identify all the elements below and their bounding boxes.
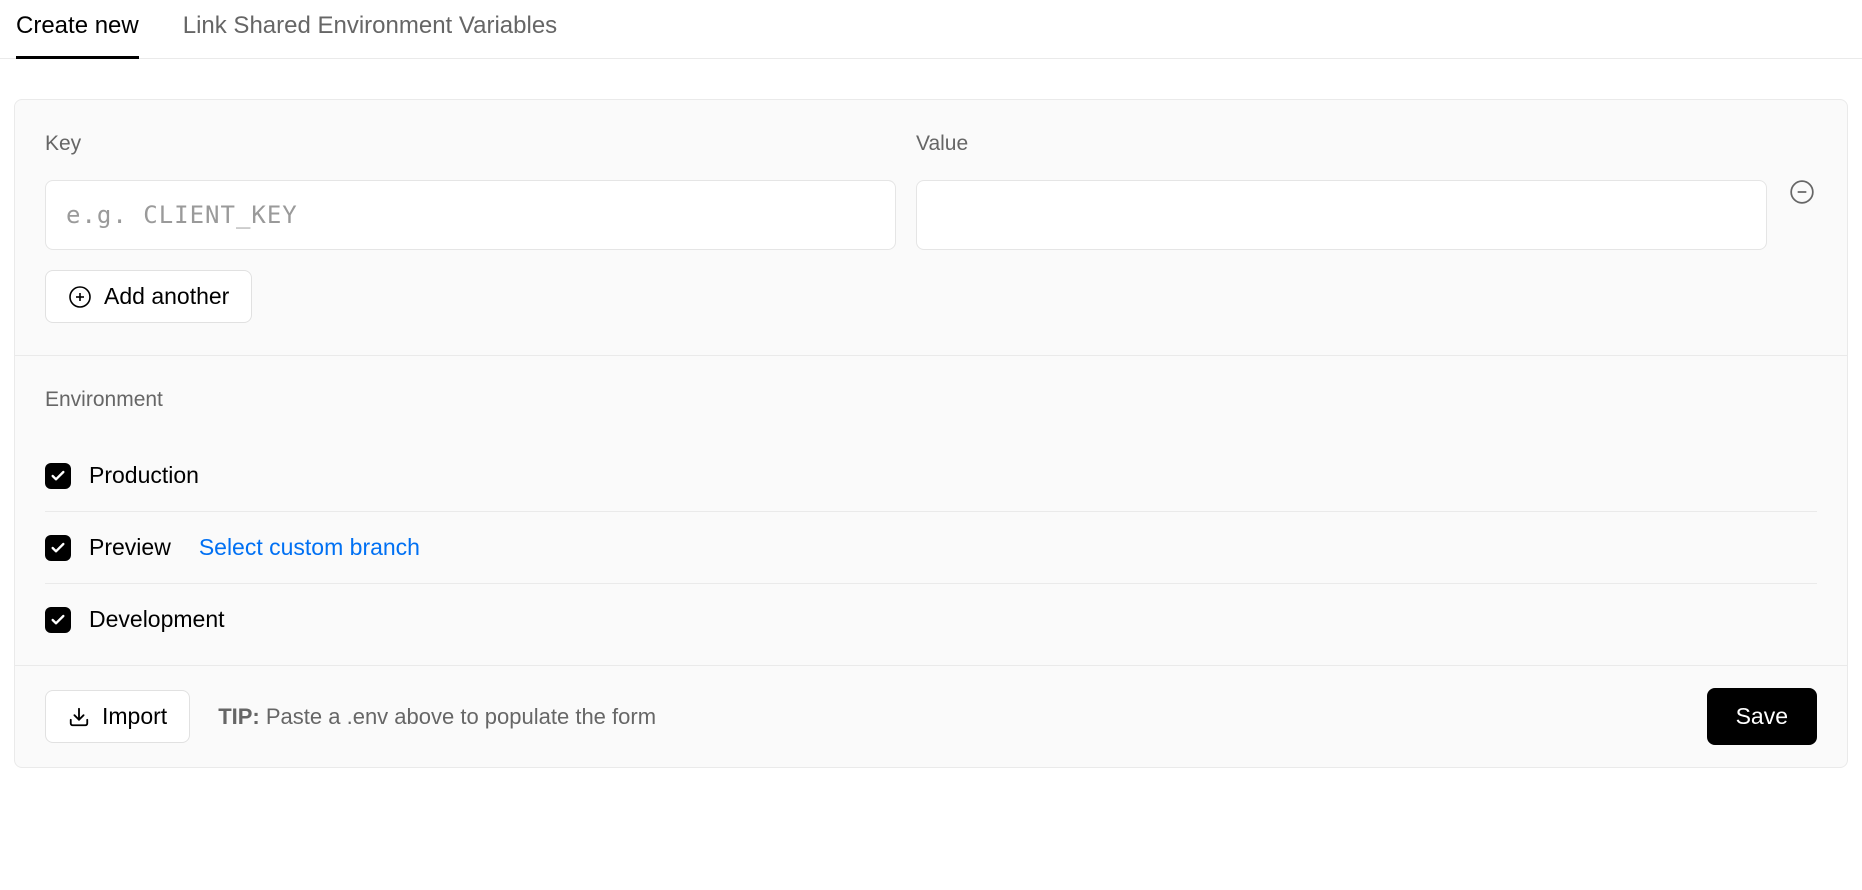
- env-var-card: Key Value: [14, 99, 1848, 768]
- check-icon: [50, 612, 66, 628]
- tabs: Create new Link Shared Environment Varia…: [0, 0, 1862, 59]
- checkbox-preview[interactable]: [45, 535, 71, 561]
- tab-link-shared[interactable]: Link Shared Environment Variables: [183, 0, 557, 59]
- checkbox-production[interactable]: [45, 463, 71, 489]
- tip-body: Paste a .env above to populate the form: [266, 704, 656, 729]
- tab-create-new[interactable]: Create new: [16, 0, 139, 59]
- env-item-development: Development: [45, 584, 1817, 633]
- environment-heading: Environment: [45, 388, 1817, 412]
- key-input[interactable]: [45, 180, 896, 250]
- environment-section: Environment Production Preview Select cu…: [15, 356, 1847, 666]
- plus-circle-icon: [68, 285, 92, 309]
- env-label: Development: [89, 606, 225, 633]
- env-label: Preview: [89, 534, 171, 561]
- key-value-section: Key Value: [15, 100, 1847, 356]
- check-icon: [50, 540, 66, 556]
- minus-circle-icon: [1789, 179, 1815, 205]
- env-item-preview: Preview Select custom branch: [45, 512, 1817, 584]
- import-label: Import: [102, 703, 167, 730]
- check-icon: [50, 468, 66, 484]
- value-label: Value: [916, 132, 1767, 156]
- select-custom-branch-link[interactable]: Select custom branch: [199, 534, 420, 561]
- save-button[interactable]: Save: [1707, 688, 1817, 745]
- import-button[interactable]: Import: [45, 690, 190, 743]
- remove-row-button[interactable]: [1787, 177, 1817, 207]
- tip-label: TIP:: [218, 704, 260, 729]
- env-item-production: Production: [45, 440, 1817, 512]
- tip-text: TIP: Paste a .env above to populate the …: [218, 704, 656, 730]
- env-label: Production: [89, 462, 199, 489]
- value-input[interactable]: [916, 180, 1767, 250]
- card-footer: Import TIP: Paste a .env above to popula…: [15, 666, 1847, 767]
- add-another-button[interactable]: Add another: [45, 270, 252, 323]
- checkbox-development[interactable]: [45, 607, 71, 633]
- add-another-label: Add another: [104, 283, 229, 310]
- key-label: Key: [45, 132, 896, 156]
- download-icon: [68, 706, 90, 728]
